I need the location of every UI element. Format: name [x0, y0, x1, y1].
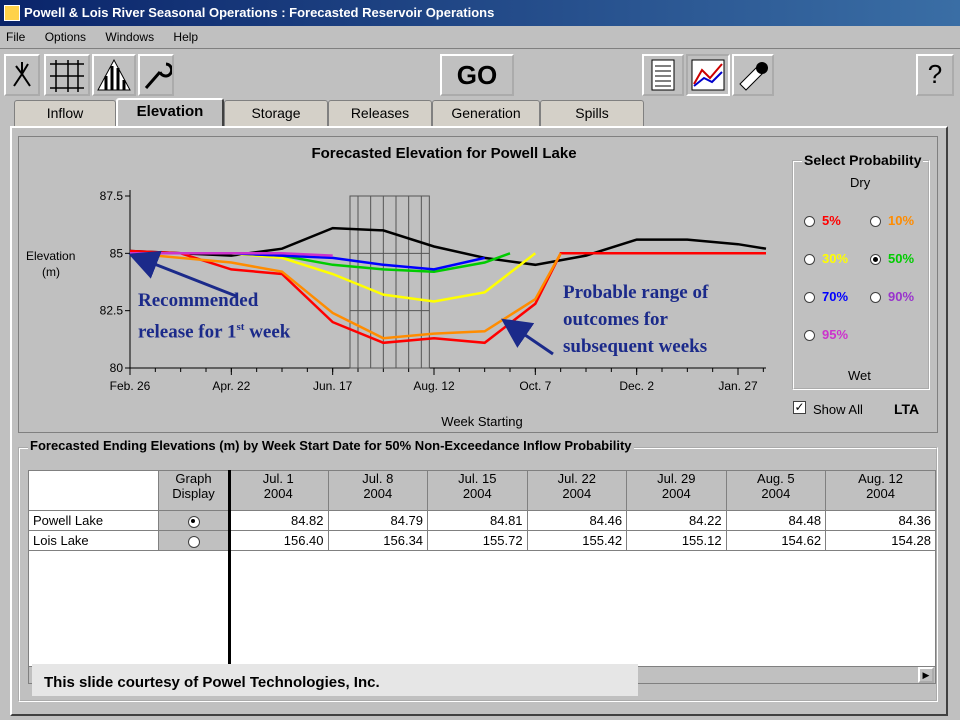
- probability-radio-95pct[interactable]: [804, 330, 815, 341]
- probability-radio-50pct[interactable]: [870, 254, 881, 265]
- probability-radio-70pct[interactable]: [804, 292, 815, 303]
- value-cell: 84.22: [626, 510, 727, 531]
- probability-label-90pct: 90%: [888, 289, 915, 304]
- graph-display-radio[interactable]: [187, 535, 200, 548]
- probability-label-30pct: 30%: [822, 251, 849, 266]
- graph-display-radio[interactable]: [187, 515, 200, 528]
- value-cell: 155.12: [626, 530, 727, 551]
- value-cell: 84.48: [725, 510, 827, 531]
- probability-label-5pct: 5%: [822, 213, 841, 228]
- value-cell: 84.81: [427, 510, 528, 531]
- value-cell: 154.28: [825, 530, 936, 551]
- value-cell: 84.46: [526, 510, 628, 531]
- column-header: Jul. 1 2004: [228, 470, 329, 511]
- value-cell: 154.62: [725, 530, 827, 551]
- value-cell: 155.72: [427, 530, 528, 551]
- column-header: Jul. 8 2004: [327, 470, 429, 511]
- row-name: Lois Lake: [28, 530, 159, 551]
- arrow-probable-range: [501, 318, 554, 356]
- corner-cell: [28, 470, 159, 511]
- probability-label-50pct: 50%: [888, 251, 915, 266]
- table-title: Forecasted Ending Elevations (m) by Week…: [28, 438, 634, 453]
- probability-radio-5pct[interactable]: [804, 216, 815, 227]
- value-cell: 155.42: [526, 530, 628, 551]
- probability-label-70pct: 70%: [822, 289, 849, 304]
- value-cell: 84.79: [327, 510, 429, 531]
- column-header: Aug. 12 2004: [825, 470, 936, 511]
- frozen-column-divider: [228, 470, 231, 666]
- value-cell: 84.82: [228, 510, 329, 531]
- value-cell: 156.34: [327, 530, 429, 551]
- scroll-right-button[interactable]: ▶: [918, 667, 934, 683]
- graph-display-cell[interactable]: [158, 530, 229, 551]
- row-name: Powell Lake: [28, 510, 159, 531]
- value-cell: 84.36: [825, 510, 936, 531]
- column-header: Jul. 29 2004: [626, 470, 727, 511]
- probability-radio-90pct[interactable]: [870, 292, 881, 303]
- probability-radio-10pct[interactable]: [870, 216, 881, 227]
- column-header: Jul. 22 2004: [526, 470, 628, 511]
- probability-radio-30pct[interactable]: [804, 254, 815, 265]
- footer-credit: This slide courtesy of Powel Technologie…: [32, 664, 638, 696]
- column-header: Jul. 15 2004: [427, 470, 528, 511]
- probability-label-95pct: 95%: [822, 327, 849, 342]
- value-cell: 156.40: [228, 530, 329, 551]
- graph-display-header: Graph Display: [158, 470, 229, 511]
- column-header: Aug. 5 2004: [725, 470, 827, 511]
- graph-display-cell[interactable]: [158, 510, 229, 531]
- forecast-table: Graph Display Jul. 1 2004 Jul. 8 2004 Jul. 15 2…: [28, 470, 936, 551]
- table-header-row: Graph Display Jul. 1 2004 Jul. 8 2004 Jul. 15 2…: [28, 470, 936, 511]
- table-row: Powell Lake 84.82 84.79 84.81 84.46 84.22 84.4…: [28, 510, 936, 531]
- table-row: Lois Lake 156.40 156.34 155.72 155.42 155.12 1…: [28, 530, 936, 551]
- arrow-recommended: [128, 250, 237, 298]
- probability-label-10pct: 10%: [888, 213, 915, 228]
